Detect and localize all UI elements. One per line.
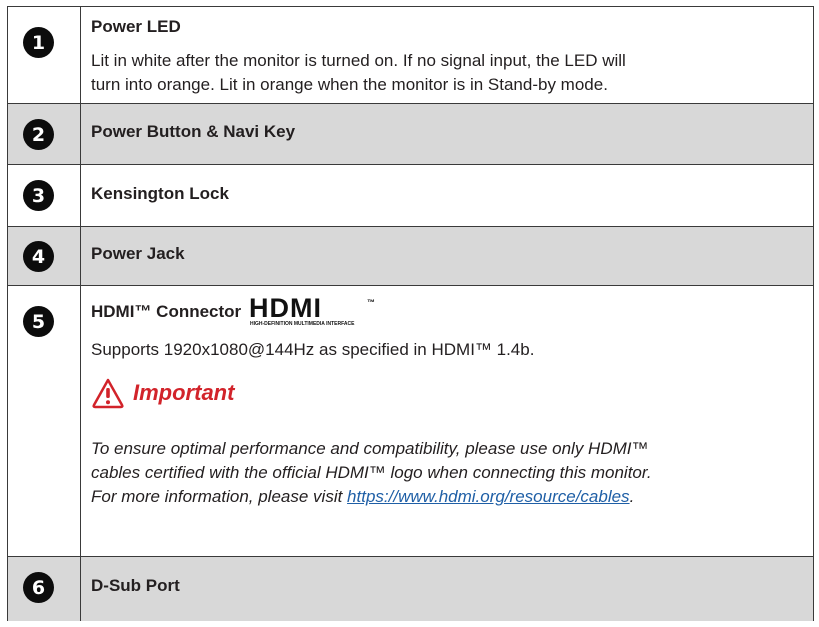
important-line: To ensure optimal performance and compat… bbox=[91, 439, 649, 458]
row-title: D-Sub Port bbox=[91, 576, 180, 595]
number-badge: 1 bbox=[23, 27, 54, 58]
number-cell: 2 bbox=[8, 104, 81, 164]
spec-table: 1 Power LED Lit in white after the monit… bbox=[7, 6, 814, 621]
row-title: Power LED bbox=[91, 17, 181, 36]
number-cell: 3 bbox=[8, 165, 81, 226]
hdmi-cables-link[interactable]: https://www.hdmi.org/resource/cables bbox=[347, 487, 630, 506]
table-row: 4 Power Jack bbox=[8, 227, 813, 286]
hdmi-logo-tagline: HIGH-DEFINITION MULTIMEDIA INTERFACE bbox=[250, 321, 355, 327]
description-line: Supports 1920x1080@144Hz as specified in… bbox=[91, 340, 535, 359]
table-row: 6 D-Sub Port bbox=[8, 557, 813, 621]
number-badge: 4 bbox=[23, 241, 54, 272]
warning-triangle-icon bbox=[92, 378, 124, 409]
row-title: Kensington Lock bbox=[91, 184, 229, 203]
row-title: Power Jack bbox=[91, 244, 185, 263]
content-cell: Power LED Lit in white after the monitor… bbox=[81, 7, 813, 103]
number-badge: 5 bbox=[23, 306, 54, 337]
content-cell: Kensington Lock bbox=[81, 165, 813, 226]
row-title: HDMI™ Connector bbox=[91, 302, 242, 321]
important-heading: Important bbox=[91, 377, 234, 409]
description-line: turn into orange. Lit in orange when the… bbox=[91, 75, 608, 94]
number-cell: 1 bbox=[8, 7, 81, 103]
row-title: Power Button & Navi Key bbox=[91, 122, 296, 141]
content-cell: Power Jack bbox=[81, 227, 813, 285]
important-label: Important bbox=[133, 380, 235, 405]
content-cell: D-Sub Port bbox=[81, 557, 813, 621]
important-line: For more information, please visit bbox=[91, 487, 348, 506]
table-row: 2 Power Button & Navi Key bbox=[8, 104, 813, 165]
hdmi-logo: HDMI ™ HIGH-DEFINITION MULTIMEDIA INTERF… bbox=[249, 297, 375, 327]
table-row: 3 Kensington Lock bbox=[8, 165, 813, 227]
important-line-with-link: For more information, please visit https… bbox=[91, 485, 634, 509]
content-cell: Power Button & Navi Key bbox=[81, 104, 813, 164]
row-title-group: HDMI™ Connector HDMI ™ HIGH-DEFINITION M… bbox=[91, 297, 381, 327]
important-tail: . bbox=[629, 487, 635, 506]
important-line: cables certified with the official HDMI™… bbox=[91, 463, 652, 482]
number-badge: 6 bbox=[23, 572, 54, 603]
table-row: 1 Power LED Lit in white after the monit… bbox=[8, 7, 813, 104]
number-cell: 6 bbox=[8, 557, 81, 621]
number-cell: 4 bbox=[8, 227, 81, 285]
number-cell: 5 bbox=[8, 286, 81, 556]
hdmi-logo-tm: ™ bbox=[367, 298, 375, 307]
number-badge: 2 bbox=[23, 119, 54, 150]
content-cell: HDMI™ Connector HDMI ™ HIGH-DEFINITION M… bbox=[81, 286, 813, 556]
hdmi-logo-wordmark: HDMI bbox=[249, 297, 322, 323]
description-line: Lit in white after the monitor is turned… bbox=[91, 51, 626, 70]
number-badge: 3 bbox=[23, 180, 54, 211]
table-row: 5 HDMI™ Connector HDMI ™ HIGH-DEFINITION… bbox=[8, 286, 813, 557]
